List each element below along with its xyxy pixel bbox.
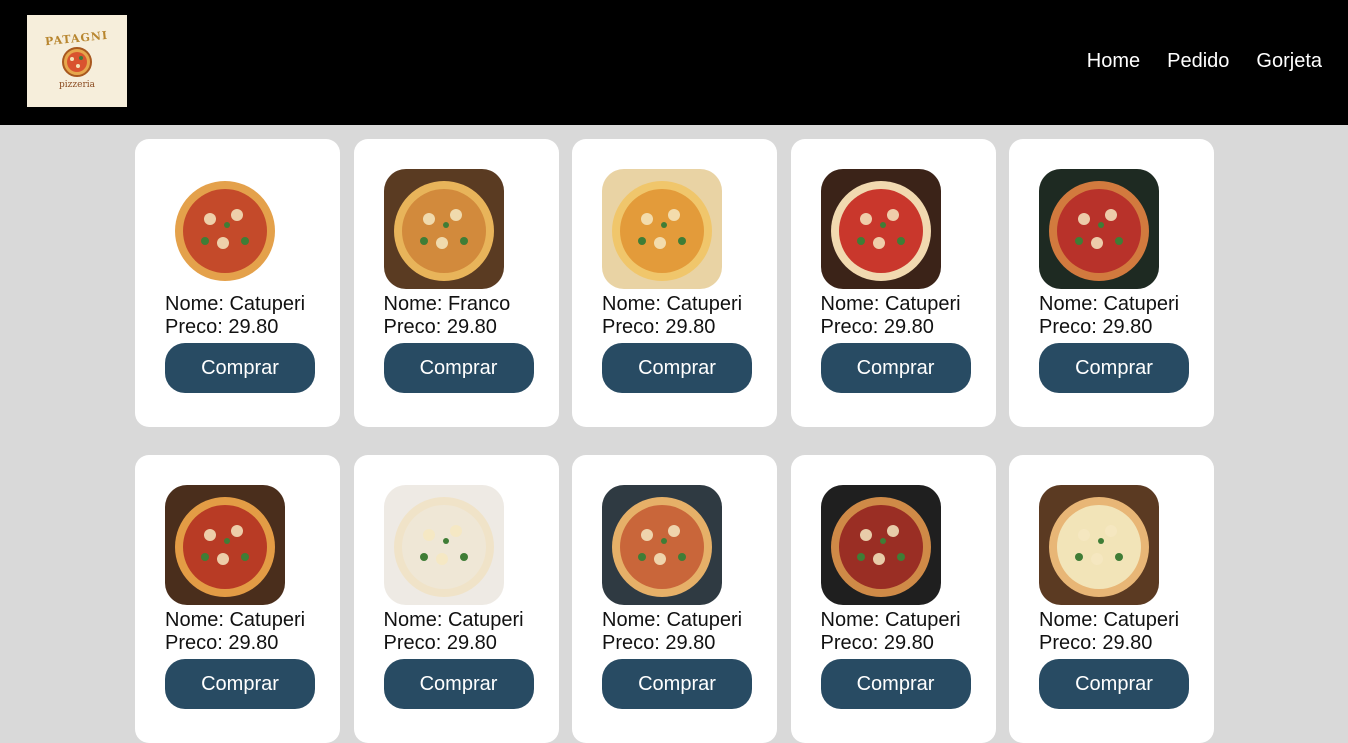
pizza-image [383, 485, 504, 605]
product-price: Preco: 29.80 [602, 632, 716, 654]
pizza-image [1039, 485, 1159, 605]
product-price: Preco: 29.80 [820, 632, 934, 654]
product-card: Nome: Catuperi Preco: 29.80 Comprar [572, 139, 777, 427]
product-card: Nome: Catuperi Preco: 29.80 Comprar [135, 455, 340, 743]
comprar-button[interactable]: Comprar [165, 343, 315, 393]
comprar-button[interactable]: Comprar [165, 659, 315, 709]
product-name: Nome: Catuperi [602, 293, 743, 315]
pizza-photo-icon [602, 169, 722, 289]
pizza-image [820, 485, 941, 605]
pizza-photo-icon [820, 485, 941, 605]
pizza-photo-icon [1039, 169, 1159, 289]
pizza-photo-icon [602, 485, 722, 605]
product-name: Nome: Catuperi [165, 609, 306, 631]
product-grid: Nome: Catuperi Preco: 29.80 Comprar Nome… [135, 139, 1215, 743]
nav-pedido-link[interactable]: Pedido [1167, 48, 1229, 74]
comprar-button[interactable]: Comprar [1039, 343, 1189, 393]
product-name: Nome: Catuperi [165, 293, 306, 315]
product-name: Nome: Catuperi [602, 609, 743, 631]
pizza-image [602, 169, 722, 289]
pizza-photo-icon [383, 485, 504, 605]
pizza-photo-icon [165, 485, 285, 605]
product-price: Preco: 29.80 [383, 632, 497, 654]
main-nav: Home Pedido Gorjeta [1087, 48, 1322, 74]
product-card: Nome: Catuperi Preco: 29.80 Comprar [135, 139, 340, 427]
pizzeria-logo[interactable]: PATAGNI pizzeria [27, 15, 127, 107]
product-card: Nome: Catuperi Preco: 29.80 Comprar [353, 455, 559, 743]
product-price: Preco: 29.80 [165, 632, 279, 654]
product-price: Preco: 29.80 [820, 316, 934, 338]
product-price: Preco: 29.80 [165, 316, 279, 338]
product-name: Nome: Catuperi [1039, 609, 1180, 631]
pizza-image [1039, 169, 1159, 289]
product-name: Nome: Catuperi [1039, 293, 1180, 315]
comprar-button[interactable]: Comprar [820, 659, 971, 709]
pizza-photo-icon [165, 169, 285, 289]
pizza-image [165, 169, 285, 289]
comprar-button[interactable]: Comprar [1039, 659, 1189, 709]
product-name: Nome: Catuperi [820, 609, 961, 631]
product-price: Preco: 29.80 [602, 316, 716, 338]
product-card: Nome: Catuperi Preco: 29.80 Comprar [1009, 455, 1214, 743]
comprar-button[interactable]: Comprar [383, 659, 534, 709]
product-card: Nome: Catuperi Preco: 29.80 Comprar [790, 139, 996, 427]
pizza-photo-icon [1039, 485, 1159, 605]
comprar-button[interactable]: Comprar [602, 659, 752, 709]
pizza-logo-icon [62, 47, 92, 77]
comprar-button[interactable]: Comprar [820, 343, 971, 393]
pizza-image [165, 485, 285, 605]
top-header: PATAGNI pizzeria Home Pedido Gorjeta [0, 0, 1348, 125]
product-card: Nome: Catuperi Preco: 29.80 Comprar [790, 455, 996, 743]
pizza-image [383, 169, 504, 289]
comprar-button[interactable]: Comprar [383, 343, 534, 393]
product-name: Nome: Franco [383, 293, 511, 315]
logo-subtitle: pizzeria [59, 80, 95, 90]
product-price: Preco: 29.80 [383, 316, 497, 338]
product-card: Nome: Catuperi Preco: 29.80 Comprar [572, 455, 777, 743]
product-card: Nome: Catuperi Preco: 29.80 Comprar [1009, 139, 1214, 427]
pizza-photo-icon [383, 169, 504, 289]
pizza-image [820, 169, 941, 289]
pizza-image [602, 485, 722, 605]
comprar-button[interactable]: Comprar [602, 343, 752, 393]
pizza-photo-icon [820, 169, 941, 289]
product-name: Nome: Catuperi [383, 609, 524, 631]
product-name: Nome: Catuperi [820, 293, 961, 315]
product-price: Preco: 29.80 [1039, 632, 1153, 654]
nav-home-link[interactable]: Home [1087, 48, 1140, 74]
product-price: Preco: 29.80 [1039, 316, 1153, 338]
product-card: Nome: Franco Preco: 29.80 Comprar [353, 139, 559, 427]
nav-gorjeta-link[interactable]: Gorjeta [1256, 48, 1322, 74]
